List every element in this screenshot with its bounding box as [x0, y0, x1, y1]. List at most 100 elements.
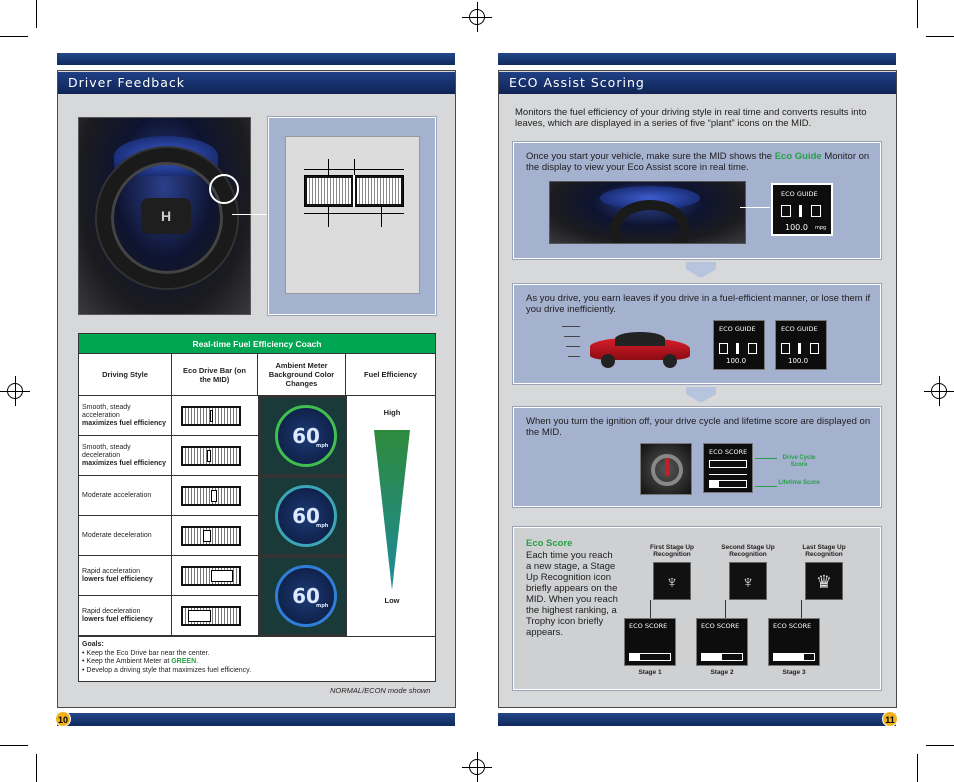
- left-top-bar: [57, 53, 455, 65]
- eco-drive-bar-cell: [172, 596, 259, 636]
- eco-score-screen-label: ECO SCORE: [701, 622, 740, 630]
- header-fuel-efficiency: Fuel Efficiency: [345, 353, 436, 396]
- efficiency-gradient-wedge: [374, 430, 410, 590]
- right-bottom-bar: [498, 713, 896, 726]
- connector-arrow: [801, 600, 802, 618]
- score-instruction: When you turn the ignition off, your dri…: [526, 416, 871, 438]
- stage-label: Stage 2: [710, 669, 734, 676]
- stage-recognition-title: Second Stage Up Recognition: [721, 544, 775, 558]
- ignition-photo: [640, 443, 692, 495]
- eco-guide-screen-1: ECO GUIDE 100.0: [713, 320, 765, 370]
- steering-wheel-photo: H: [78, 117, 251, 315]
- registration-mark-left: [0, 376, 30, 406]
- leaves-instruction: As you drive, you earn leaves if you dri…: [526, 293, 871, 315]
- eco-score-title: Eco Score: [526, 538, 573, 549]
- driving-style-text: Smooth, steady acceleration: [82, 403, 131, 419]
- lifetime-bar: [629, 653, 671, 661]
- fuel-efficiency-coach-table: Real-time Fuel Efficiency Coach Driving …: [78, 333, 436, 682]
- stage-up-icon: ♆: [653, 562, 691, 600]
- lifetime-bar-fill: [774, 654, 804, 660]
- eco-drive-bar: [181, 406, 241, 426]
- goal-1: • Keep the Eco Drive bar near the center…: [82, 649, 210, 657]
- lifetime-bar-fill: [702, 654, 722, 660]
- registration-mark-right: [924, 376, 954, 406]
- ambient-meter-panel: 60 mph: [259, 556, 347, 636]
- eco-score-screen-label: ECO SCORE: [773, 622, 812, 630]
- eco-drive-bar-fill: [211, 490, 217, 502]
- efficiency-low-label: Low: [384, 596, 400, 605]
- eco-drive-bar: [181, 446, 241, 466]
- fuel-efficiency-column: High Low: [347, 396, 437, 636]
- stage-up-icon: ♆: [729, 562, 767, 600]
- driving-effect-text: lowers fuel efficiency: [82, 615, 153, 623]
- red-car: [585, 328, 692, 368]
- eco-drive-bar-cell: [172, 396, 259, 436]
- goals-title: Goals:: [82, 641, 104, 648]
- stage-recognition-title: Last Stage Up Recognition: [802, 544, 846, 558]
- stage-label: Stage 3: [782, 669, 806, 676]
- driving-effect-text: maximizes fuel efficiency: [82, 419, 167, 427]
- driving-style-text: Rapid deceleration: [82, 607, 141, 615]
- gauge-unit: mph: [316, 443, 329, 449]
- coach-body: Smooth, steady acceleration maximizes fue…: [78, 395, 437, 637]
- eco-drive-bar-cell: [172, 516, 259, 556]
- eco-drive-bar-cell: [172, 476, 259, 516]
- callout-line: [232, 214, 272, 215]
- coach-row-style: Smooth, steady deceleration maximizes fue…: [79, 436, 172, 476]
- eco-guide-screen: ECO GUIDE 100.0 mpg: [771, 183, 833, 236]
- header-driving-style: Driving Style: [78, 353, 172, 396]
- eco-drive-bar: [181, 606, 241, 626]
- coach-row-style: Smooth, steady acceleration maximizes fue…: [79, 396, 172, 436]
- lifetime-bar: [773, 653, 815, 661]
- coach-row-style: Rapid deceleration lowers fuel efficiency: [79, 596, 172, 636]
- registration-mark-top: [462, 2, 492, 32]
- right-page-title: ECO Assist Scoring: [499, 72, 896, 94]
- header-ambient-meter: Ambient Meter Background Color Changes: [257, 353, 346, 396]
- header-eco-drive-bar: Eco Drive Bar (on the MID): [171, 353, 258, 396]
- ambient-meter-panel: 60 mph: [259, 476, 347, 556]
- page-number-10: 10: [55, 711, 71, 727]
- eco-guide-screen-2: ECO GUIDE 100.0: [775, 320, 827, 370]
- coach-table-title: Real-time Fuel Efficiency Coach: [78, 333, 436, 354]
- goal-3: • Develop a driving style that maximizes…: [82, 666, 252, 674]
- page-number-11: 11: [882, 711, 898, 727]
- stage-recognition-title: First Stage Up Recognition: [649, 544, 695, 558]
- driving-style-text: Moderate deceleration: [82, 531, 152, 539]
- eco-drive-bar-cell: [172, 436, 259, 476]
- eco-drive-bar-fill: [188, 610, 211, 622]
- eco-drive-bar: [181, 486, 241, 506]
- ambient-gauge: 60 mph: [275, 405, 337, 467]
- stage-eco-score-screen: ECO SCORE: [624, 618, 676, 666]
- stage-label: Stage 1: [638, 669, 662, 676]
- ambient-gauge: 60 mph: [275, 565, 337, 627]
- gauge-unit: mph: [316, 603, 329, 609]
- eco-drive-bar-fill: [211, 570, 233, 582]
- driving-style-text: Moderate acceleration: [82, 491, 152, 499]
- driving-style-text: Rapid acceleration: [82, 567, 140, 575]
- goals-cell: Goals: • Keep the Eco Drive bar near the…: [78, 636, 436, 682]
- stages-diagram: First Stage Up Recognition ♆ ECO SCORE Stag…: [620, 540, 875, 680]
- driving-effect-text: maximizes fuel efficiency: [82, 459, 167, 467]
- eco-score-screen-label: ECO SCORE: [629, 622, 668, 630]
- lifetime-bar-fill: [630, 654, 640, 660]
- eco-drive-bar-fill: [209, 410, 213, 422]
- coach-row-style: Moderate acceleration: [79, 476, 172, 516]
- left-bottom-bar: [57, 713, 455, 726]
- ambient-gauge: 60 mph: [275, 485, 337, 547]
- dashboard-photo: [549, 181, 746, 244]
- callout-line-2: [740, 207, 770, 208]
- stage-eco-score-screen: ECO SCORE: [768, 618, 820, 666]
- eco-drive-bar-fill: [202, 530, 211, 542]
- goal-2: • Keep the Ambient Meter at GREEN.: [82, 658, 199, 665]
- drive-cycle-bracket: [755, 458, 777, 459]
- drive-cycle-label: Drive Cycle Score: [782, 455, 816, 468]
- coach-row-style: Rapid acceleration lowers fuel efficiency: [79, 556, 172, 596]
- eco-score-screen: ECO SCORE: [703, 443, 753, 493]
- speed-lines: [562, 326, 582, 366]
- eco-drive-bar: [181, 526, 241, 546]
- connector-arrow: [725, 600, 726, 618]
- registration-mark-bottom: [462, 752, 492, 782]
- stage-eco-score-screen: ECO SCORE: [696, 618, 748, 666]
- eco-drive-bar-fill: [207, 450, 211, 462]
- efficiency-high-label: High: [383, 408, 401, 417]
